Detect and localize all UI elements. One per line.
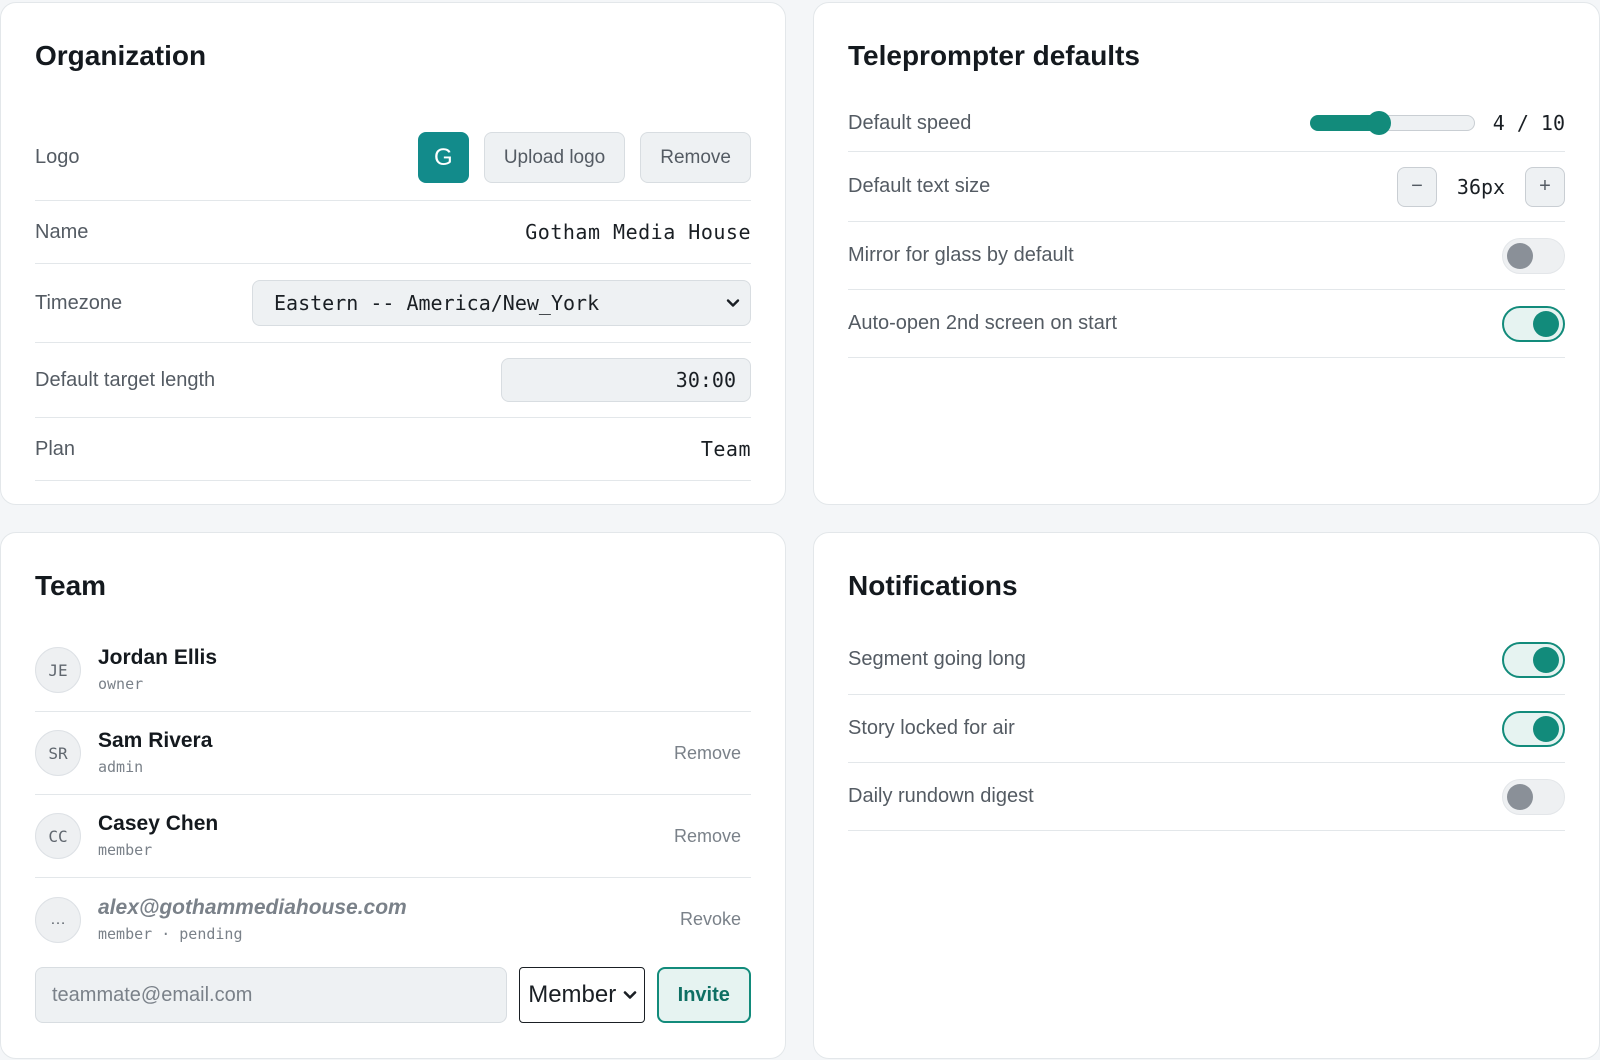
avatar: CC xyxy=(35,813,81,859)
notifications-card: Notifications Segment going long Story l… xyxy=(813,532,1600,1059)
timezone-value: Eastern -- America/New_York xyxy=(274,291,600,315)
invite-email-input[interactable]: teammate@email.com xyxy=(35,967,508,1023)
plan-row: Plan Team xyxy=(35,418,751,481)
speed-slider-thumb[interactable] xyxy=(1366,111,1391,135)
toggle-knob xyxy=(1507,242,1533,269)
member-name: Jordan Ellis xyxy=(98,646,218,669)
org-name-field[interactable]: Gotham Media House xyxy=(525,220,751,244)
speed-readout: 4 / 10 xyxy=(1492,111,1565,135)
notification-label: Daily rundown digest xyxy=(848,785,1034,807)
daily-digest-toggle[interactable] xyxy=(1502,778,1565,815)
name-row: Name Gotham Media House xyxy=(35,201,751,264)
logo-label: Logo xyxy=(35,146,80,168)
member-role: member · pending xyxy=(98,924,243,943)
invite-form: teammate@email.com Member Invite xyxy=(35,967,752,1023)
target-length-label: Default target length xyxy=(35,368,216,391)
upload-logo-button[interactable]: Upload logo xyxy=(483,132,626,183)
notification-label: Story locked for air xyxy=(848,717,1015,739)
name-label: Name xyxy=(35,220,89,243)
notification-row: Story locked for air xyxy=(848,695,1565,763)
teleprompter-card: Teleprompter defaults Default speed 4 / … xyxy=(813,2,1600,505)
speed-row: Default speed 4 / 10 xyxy=(848,95,1565,152)
speed-label: Default speed xyxy=(848,111,972,134)
plan-label: Plan xyxy=(35,437,76,460)
member-row: CC Casey Chen member Remove xyxy=(35,795,751,878)
plan-value: Team xyxy=(700,437,751,461)
org-logo: G xyxy=(417,132,469,183)
segment-going-long-toggle[interactable] xyxy=(1502,641,1565,678)
notification-label: Segment going long xyxy=(848,648,1026,670)
remove-member-button[interactable]: Remove xyxy=(674,743,741,764)
increase-text-size-button[interactable]: + xyxy=(1525,166,1565,207)
invite-role-value: Member xyxy=(528,981,617,1008)
text-size-stepper: − 36px + xyxy=(1397,166,1565,207)
member-role: owner xyxy=(98,675,144,693)
notifications-title: Notifications xyxy=(848,570,1018,601)
auto-open-row: Auto-open 2nd screen on start xyxy=(848,290,1565,358)
mirror-row: Mirror for glass by default xyxy=(848,222,1565,290)
member-role: member xyxy=(98,841,153,859)
team-title: Team xyxy=(35,570,107,601)
story-locked-toggle[interactable] xyxy=(1502,710,1565,747)
team-card: Team JE Jordan Ellis owner SR Sam Rivera… xyxy=(0,532,786,1059)
toggle-knob xyxy=(1507,783,1533,810)
toggle-knob xyxy=(1533,646,1559,673)
revoke-invite-button[interactable]: Revoke xyxy=(680,909,741,930)
mirror-toggle[interactable] xyxy=(1502,237,1565,274)
logo-row: Logo G Upload logo Remove xyxy=(35,75,751,201)
organization-title: Organization xyxy=(35,40,207,71)
member-name: Sam Rivera xyxy=(98,729,213,752)
invite-button[interactable]: Invite xyxy=(656,967,752,1023)
member-name: alex@gothammediahouse.com xyxy=(98,895,407,919)
speed-slider[interactable] xyxy=(1310,111,1475,135)
decrease-text-size-button[interactable]: − xyxy=(1397,166,1437,207)
member-row: SR Sam Rivera admin Remove xyxy=(35,712,751,795)
avatar: JE xyxy=(35,647,81,693)
notification-row: Daily rundown digest xyxy=(848,763,1565,831)
text-size-row: Default text size − 36px + xyxy=(848,152,1565,222)
chevron-down-icon xyxy=(726,299,740,307)
avatar: SR xyxy=(35,730,81,776)
avatar: … xyxy=(35,896,81,943)
member-name: Casey Chen xyxy=(98,812,219,835)
team-member-list: JE Jordan Ellis owner SR Sam Rivera admi… xyxy=(35,629,751,961)
notification-row: Segment going long xyxy=(848,625,1565,695)
text-size-value: 36px xyxy=(1456,174,1506,199)
remove-logo-button[interactable]: Remove xyxy=(640,132,751,183)
target-length-input[interactable]: 30:00 xyxy=(501,358,751,402)
member-row-pending: … alex@gothammediahouse.com member · pen… xyxy=(35,878,751,961)
auto-open-toggle[interactable] xyxy=(1502,305,1565,342)
toggle-knob xyxy=(1533,715,1559,742)
invite-role-select[interactable]: Member xyxy=(519,967,645,1023)
member-row: JE Jordan Ellis owner xyxy=(35,629,751,712)
chevron-down-icon xyxy=(623,991,636,999)
auto-open-label: Auto-open 2nd screen on start xyxy=(848,312,1118,334)
timezone-label: Timezone xyxy=(35,291,123,314)
teleprompter-title: Teleprompter defaults xyxy=(848,40,1140,71)
timezone-select[interactable]: Eastern -- America/New_York xyxy=(252,280,751,326)
remove-member-button[interactable]: Remove xyxy=(674,826,741,847)
toggle-knob xyxy=(1533,310,1559,337)
timezone-row: Timezone Eastern -- America/New_York xyxy=(35,264,751,343)
text-size-label: Default text size xyxy=(848,175,991,197)
organization-card: Organization Logo G Upload logo Remove N… xyxy=(0,2,786,505)
target-length-row: Default target length 30:00 xyxy=(35,343,751,418)
member-role: admin xyxy=(98,758,144,776)
mirror-label: Mirror for glass by default xyxy=(848,244,1074,266)
